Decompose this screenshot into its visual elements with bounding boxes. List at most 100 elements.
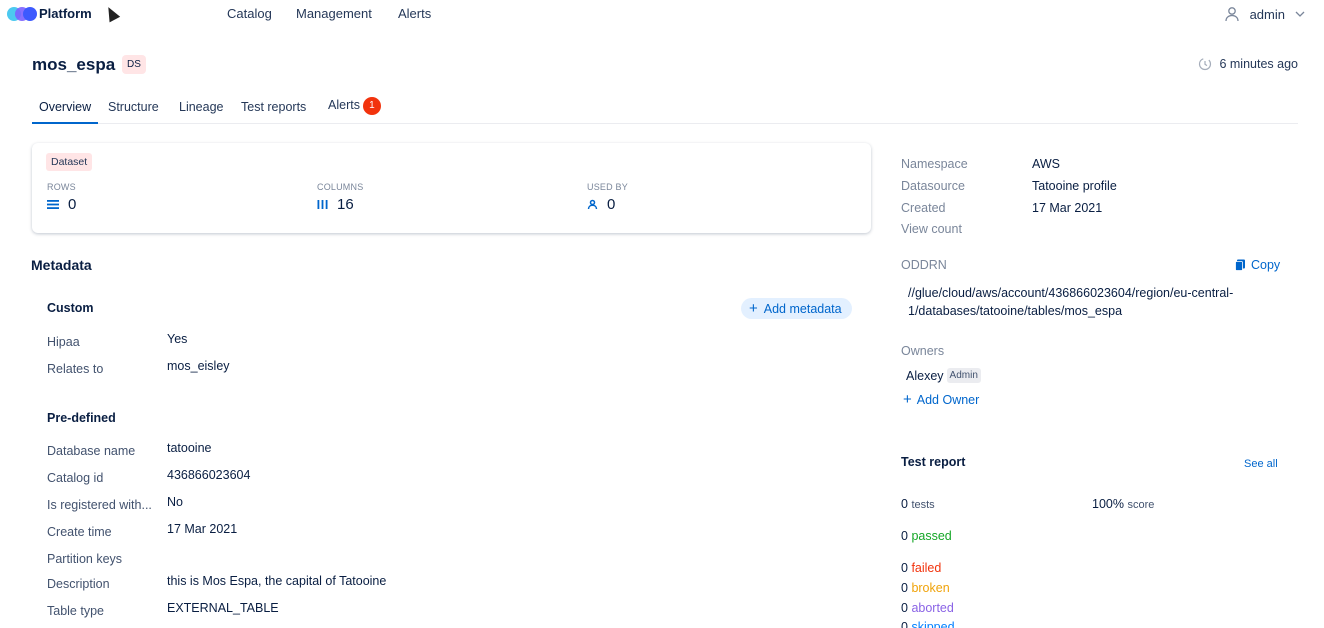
info-key: Created [901,201,946,215]
metadata-row-hipaa: Hipaa Yes [47,332,847,355]
history-icon [1199,57,1212,71]
tab-overview[interactable]: Overview [32,100,99,124]
test-count-label: tests [911,499,935,511]
metadata-value[interactable]: Yes [167,332,187,346]
plus-icon: + [749,300,758,317]
owners-header: Owners [901,344,1301,362]
failed-count: 0 [901,561,908,575]
updated-text: 6 minutes ago [1219,57,1298,71]
copy-label: Copy [1251,258,1281,272]
stat-used-by: USED BY 0 [587,182,628,213]
metadata-value: tatooine [167,441,212,455]
metadata-section-title: Metadata [31,257,92,273]
info-namespace: Namespace AWS [901,157,1301,175]
tab-label: Alerts [328,98,360,112]
broken-label: broken [911,581,950,595]
tab-label: Structure [108,100,159,114]
tab-alerts[interactable]: Alerts 1 [328,97,381,122]
list-lines-icon [47,200,59,209]
metadata-row: Is registered with... No [47,495,847,518]
stat-columns: COLUMNS 16 [317,182,363,213]
user-icon [587,199,598,210]
skipped-count: 0 [901,620,908,628]
app-name: Platform [39,6,92,21]
logo-icon [7,6,37,21]
metadata-key: Table type [47,604,104,618]
test-passed: 0 passed [901,529,952,543]
test-report-title: Test report [901,455,966,469]
add-metadata-button[interactable]: + Add metadata [741,298,852,319]
entity-type-badge: DS [122,55,146,74]
info-created: Created 17 Mar 2021 [901,201,1301,219]
nav-item-management[interactable]: Management [296,6,372,21]
info-key: Datasource [901,179,965,193]
metadata-key: Hipaa [47,335,80,349]
user-avatar-icon [1224,7,1239,22]
tab-test-reports[interactable]: Test reports [241,100,306,124]
add-metadata-label: Add metadata [763,301,842,316]
info-view-count: View count [901,222,1301,240]
tab-lineage[interactable]: Lineage [179,100,224,124]
app-logo[interactable]: Platform [7,6,92,21]
owner-item[interactable]: Alexey Admin [906,368,981,383]
top-bar: Platform Catalog Management Alerts admin [0,0,1324,28]
passed-count: 0 [901,529,908,543]
info-key: Namespace [901,157,968,171]
dataset-stats-card: Dataset ROWS 0 COLUMNS 16 USED BY 0 [32,143,871,233]
metadata-value: EXTERNAL_TABLE [167,601,279,615]
tab-label: Lineage [179,100,224,114]
metadata-value: 436866023604 [167,468,251,482]
nav-item-catalog[interactable]: Catalog [227,6,272,21]
user-menu[interactable]: admin [1224,6,1315,22]
nav-item-alerts[interactable]: Alerts [398,6,431,21]
test-skipped: 0 skipped [901,620,955,628]
page-title: mos_espa [32,55,116,74]
alerts-count-badge: 1 [362,97,381,115]
metadata-key: Relates to [47,362,104,376]
metadata-key: Description [47,577,110,591]
metadata-key: Create time [47,525,112,539]
test-count: 0 tests [901,497,935,511]
columns-icon [317,200,328,209]
predefined-metadata-title: Pre-defined [47,411,116,425]
test-aborted: 0 aborted [901,601,954,615]
tab-bar: Overview Structure Lineage Test reports … [32,97,1298,124]
stat-value: 0 [607,196,616,213]
metadata-row: Catalog id 436866023604 [47,468,847,491]
metadata-row: Table type EXTERNAL_TABLE [47,601,847,624]
stat-label: ROWS [47,182,76,192]
info-value: AWS [1032,157,1061,171]
broken-count: 0 [901,581,908,595]
metadata-key: Catalog id [47,471,104,485]
skipped-label: skipped [911,620,955,628]
metadata-key: Is registered with... [47,498,152,512]
stat-value: 16 [337,196,354,213]
owner-role-badge: Admin [946,368,981,383]
mouse-cursor-icon [103,4,121,23]
metadata-key: Database name [47,444,136,458]
metadata-row: Database name tatooine [47,441,847,464]
metadata-value: No [167,495,183,509]
chevron-down-icon [1295,11,1305,17]
custom-metadata-title: Custom [47,301,94,315]
tab-label: Test reports [241,100,307,114]
copy-oddrn-button[interactable]: Copy [1235,258,1280,272]
see-all-link[interactable]: See all [1244,458,1278,470]
aborted-count: 0 [901,601,908,615]
stat-label: COLUMNS [317,182,364,192]
add-owner-button[interactable]: + Add Owner [903,392,979,407]
test-score-label: score [1127,499,1155,511]
stat-rows: ROWS 0 [47,182,76,213]
stat-value: 0 [68,196,77,213]
info-value[interactable]: Tatooine profile [1032,179,1117,193]
copy-icon [1235,259,1245,271]
oddrn-label: ODDRN [901,258,947,272]
metadata-row: Partition keys [47,552,847,572]
user-name: admin [1249,6,1285,22]
metadata-value[interactable]: mos_eisley [167,359,230,373]
tab-structure[interactable]: Structure [108,100,159,124]
tab-label: Overview [39,100,92,114]
info-key: View count [901,222,962,236]
metadata-row-relates-to: Relates to mos_eisley [47,359,847,382]
owner-name: Alexey [906,368,944,383]
